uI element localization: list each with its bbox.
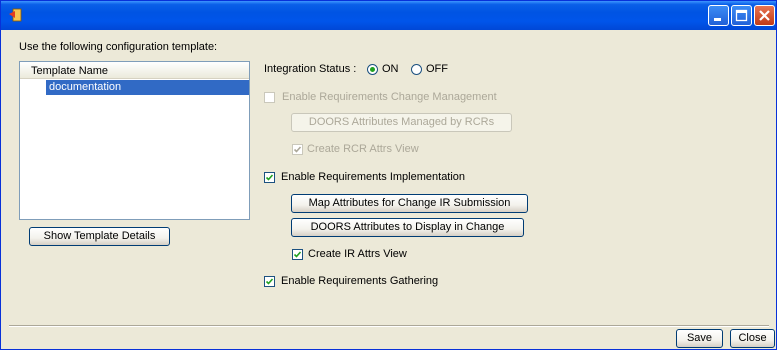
integration-on-radio[interactable] — [367, 64, 378, 75]
enable-gathering-label: Enable Requirements Gathering — [281, 275, 439, 287]
doors-attributes-display-button[interactable]: DOORS Attributes to Display in Change — [291, 218, 524, 237]
minimize-icon — [714, 18, 721, 21]
list-item[interactable]: documentation — [46, 80, 249, 95]
footer-separator — [9, 325, 769, 327]
radio-selected-dot — [370, 67, 375, 72]
map-attributes-button[interactable]: Map Attributes for Change IR Submission — [291, 194, 528, 213]
doors-attributes-managed-button[interactable]: DOORS Attributes Managed by RCRs — [291, 113, 512, 132]
close-window-button[interactable] — [754, 5, 775, 26]
save-button[interactable]: Save — [676, 329, 723, 348]
app-icon — [8, 8, 22, 22]
integration-status-label: Integration Status : — [264, 63, 357, 75]
enable-change-management-checkbox[interactable] — [264, 92, 275, 103]
template-prompt: Use the following configuration template… — [19, 41, 218, 53]
maximize-button[interactable] — [731, 5, 752, 26]
dialog-window: Use the following configuration template… — [0, 0, 777, 350]
create-ir-attrs-view-label: Create IR Attrs View — [308, 248, 407, 260]
integration-off-radio[interactable] — [411, 64, 422, 75]
check-icon — [293, 251, 302, 258]
check-icon — [265, 174, 274, 181]
title-bar[interactable] — [1, 1, 776, 30]
maximize-icon — [735, 9, 748, 22]
create-rcr-attrs-view-checkbox[interactable] — [292, 144, 303, 155]
enable-implementation-label: Enable Requirements Implementation — [281, 171, 466, 183]
enable-gathering-checkbox[interactable] — [264, 276, 275, 287]
check-icon — [265, 278, 274, 285]
template-name-column-header[interactable]: Template Name — [20, 62, 249, 79]
create-ir-attrs-view-checkbox[interactable] — [292, 249, 303, 260]
create-rcr-attrs-view-label: Create RCR Attrs View — [307, 143, 419, 155]
enable-implementation-checkbox[interactable] — [264, 172, 275, 183]
close-button[interactable]: Close — [730, 329, 775, 348]
integration-off-label[interactable]: OFF — [426, 63, 448, 75]
close-icon — [759, 10, 770, 21]
integration-on-label[interactable]: ON — [382, 63, 399, 75]
check-icon — [293, 146, 302, 153]
show-template-details-button[interactable]: Show Template Details — [29, 227, 170, 246]
template-list[interactable]: Template Name documentation — [19, 61, 250, 220]
minimize-button[interactable] — [708, 5, 729, 26]
enable-change-management-label: Enable Requirements Change Management — [282, 91, 497, 103]
